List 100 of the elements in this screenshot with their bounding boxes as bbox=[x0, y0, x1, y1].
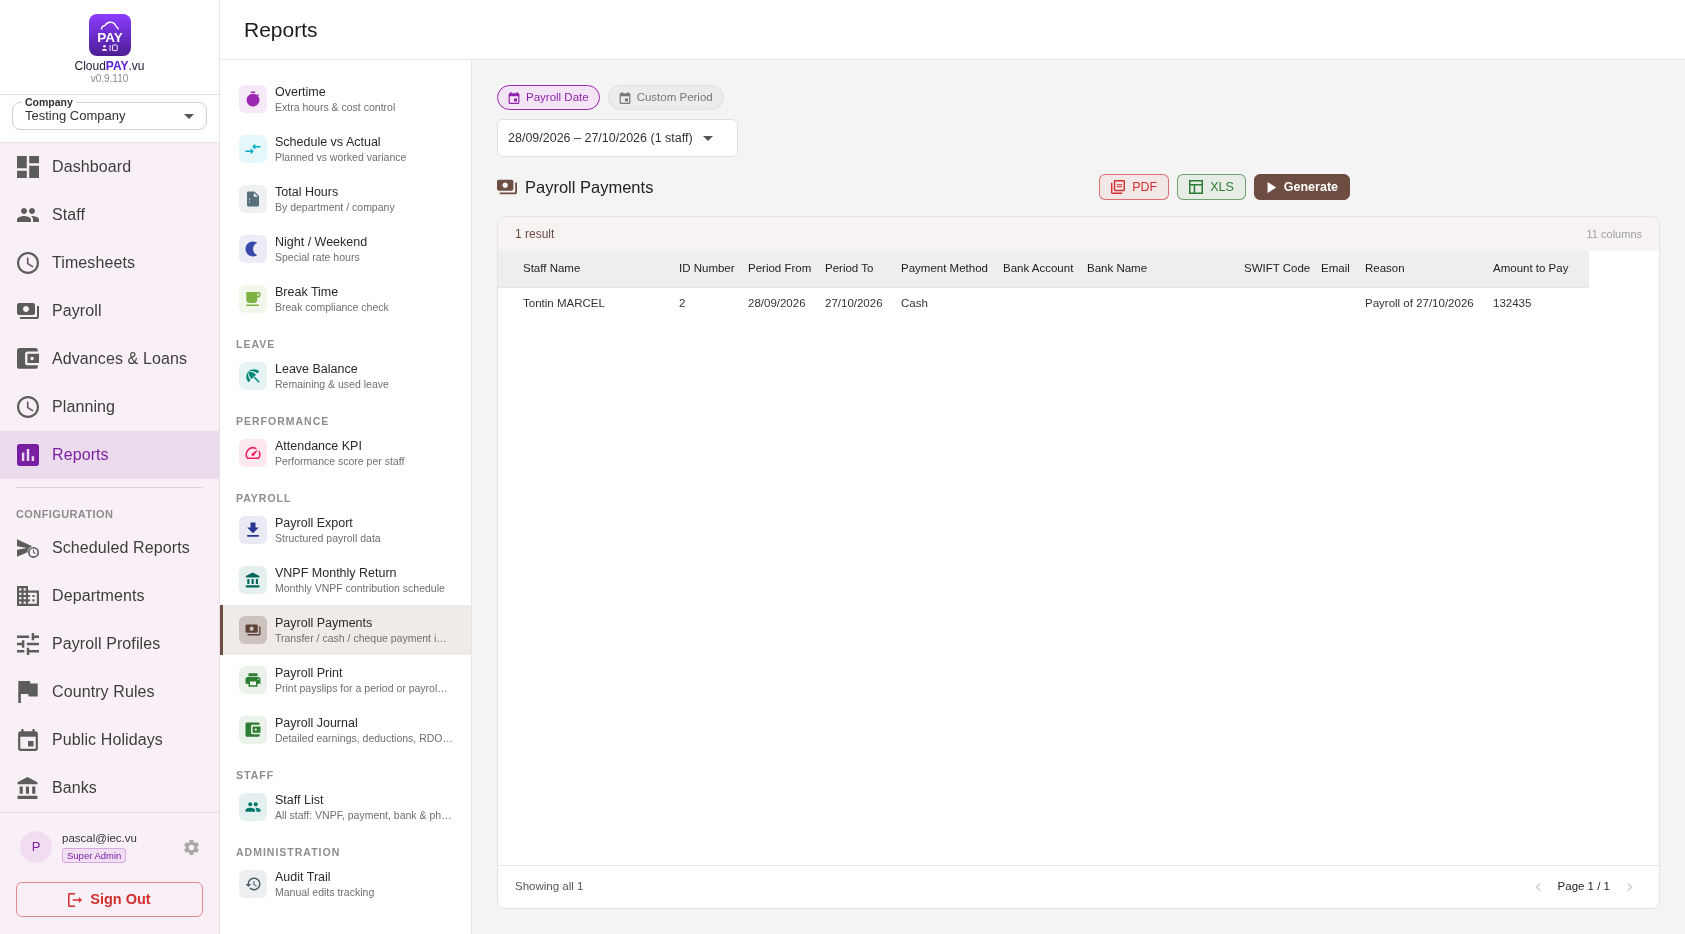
report-item[interactable]: Payroll Payments Transfer / cash / cheque payment i… bbox=[220, 605, 471, 655]
clock-icon bbox=[17, 252, 39, 274]
section-label: STAFF bbox=[236, 769, 275, 781]
brand-name: CloudPAY.vu bbox=[74, 59, 145, 73]
nav-item[interactable]: Dashboard bbox=[0, 143, 219, 191]
generate-button[interactable]: Generate bbox=[1253, 174, 1350, 200]
sign-out-button[interactable]: Sign Out bbox=[16, 882, 203, 917]
people-icon bbox=[239, 793, 267, 821]
report-item[interactable]: Audit Trail Manual edits tracking bbox=[220, 859, 471, 909]
table-cell: Cash bbox=[893, 287, 995, 320]
download-icon bbox=[239, 516, 267, 544]
report-item[interactable]: Leave Balance Remaining & used leave bbox=[220, 351, 471, 401]
wallet-icon bbox=[239, 716, 267, 744]
history-icon bbox=[239, 870, 267, 898]
nav-item[interactable]: Country Rules bbox=[0, 668, 219, 716]
column-header: Period From bbox=[740, 251, 817, 287]
app-logo: PAY bbox=[88, 14, 131, 56]
nav-item[interactable]: Departments bbox=[0, 572, 219, 620]
column-header: Staff Name bbox=[498, 251, 671, 287]
cup-icon bbox=[239, 285, 267, 313]
caret-icon bbox=[702, 135, 713, 141]
report-item[interactable]: Staff List All staff: VNPF, payment, bank & ph… bbox=[220, 782, 471, 832]
send-clock-icon bbox=[17, 537, 39, 559]
row-count-label: Showing all 1 bbox=[515, 879, 584, 895]
nav-item[interactable]: Planning bbox=[0, 383, 219, 431]
bank-icon bbox=[239, 566, 267, 594]
section-label: PERFORMANCE bbox=[236, 415, 330, 427]
page-title: Reports bbox=[244, 16, 318, 43]
table-icon bbox=[1189, 180, 1204, 194]
nav-item[interactable]: Payroll bbox=[0, 287, 219, 335]
stopwatch-icon bbox=[239, 85, 267, 113]
calendar-icon bbox=[618, 91, 631, 104]
filter-chip[interactable]: Payroll Date bbox=[497, 85, 600, 110]
report-item[interactable]: Schedule vs Actual Planned vs worked variance bbox=[220, 124, 471, 174]
arrows-icon bbox=[239, 135, 267, 163]
table-cell: 132435 bbox=[1485, 287, 1589, 320]
column-header: SWIFT Code bbox=[1236, 251, 1313, 287]
column-header: Email bbox=[1313, 251, 1357, 287]
umbrella-icon bbox=[239, 362, 267, 390]
filter-chip[interactable]: Custom Period bbox=[607, 85, 724, 110]
section-label: PAYROLL bbox=[236, 492, 292, 504]
role-badge: Super Admin bbox=[62, 848, 127, 863]
bank-icon bbox=[17, 777, 39, 799]
column-header: Reason bbox=[1357, 251, 1485, 287]
report-title: Payroll Payments bbox=[525, 176, 654, 198]
clock-icon bbox=[17, 396, 39, 418]
xls-button[interactable]: XLS bbox=[1177, 174, 1246, 200]
report-item[interactable]: Overtime Extra hours & cost control bbox=[220, 74, 471, 124]
nav-item[interactable]: Reports bbox=[0, 431, 219, 479]
report-item[interactable]: Break Time Break compliance check bbox=[220, 274, 471, 324]
play-icon bbox=[1265, 181, 1277, 193]
report-item[interactable]: Attendance KPI Performance score per staff bbox=[220, 428, 471, 478]
table-cell: 2 bbox=[671, 287, 740, 320]
logout-icon bbox=[68, 892, 83, 907]
gauge-icon bbox=[239, 439, 267, 467]
company-select[interactable]: Company Testing Company bbox=[12, 96, 207, 130]
section-label: CONFIGURATION bbox=[16, 508, 114, 520]
nav-item[interactable]: Advances & Loans bbox=[0, 335, 219, 383]
calendar-icon bbox=[17, 729, 39, 751]
column-header: Period To bbox=[817, 251, 893, 287]
column-header: Bank Account bbox=[995, 251, 1079, 287]
moon-icon bbox=[239, 235, 267, 263]
nav-item[interactable]: Payroll Profiles bbox=[0, 620, 219, 668]
settings-icon[interactable] bbox=[184, 839, 199, 855]
nav-item[interactable]: Staff bbox=[0, 191, 219, 239]
user-email: pascal@iec.vu bbox=[62, 831, 137, 845]
report-item[interactable]: Payroll Export Structured payroll data bbox=[220, 505, 471, 555]
user-avatar: P bbox=[20, 831, 52, 863]
column-header: ID Number bbox=[671, 251, 740, 287]
report-item[interactable]: VNPF Monthly Return Monthly VNPF contribution schedule bbox=[220, 555, 471, 605]
table-cell: Payroll of 27/10/2026 bbox=[1357, 287, 1485, 320]
cash-icon bbox=[239, 616, 267, 644]
column-header: Payment Method bbox=[893, 251, 995, 287]
section-label: ADMINISTRATION bbox=[236, 846, 341, 858]
column-header: Amount to Pay bbox=[1485, 251, 1589, 287]
period-select[interactable]: 28/09/2026 – 27/10/2026 (1 staff) bbox=[497, 119, 738, 157]
nav-item[interactable]: Timesheets bbox=[0, 239, 219, 287]
report-item[interactable]: Night / Weekend Special rate hours bbox=[220, 224, 471, 274]
wallet-icon bbox=[17, 348, 39, 370]
pdf-button[interactable]: PDF bbox=[1099, 174, 1170, 200]
column-header: Bank Name bbox=[1079, 251, 1236, 287]
nav-item[interactable]: Banks bbox=[0, 764, 219, 812]
caret-icon bbox=[184, 113, 194, 119]
report-item[interactable]: Total Hours By department / company bbox=[220, 174, 471, 224]
bar-chart-icon bbox=[17, 444, 39, 466]
page-indicator: Page 1 / 1 bbox=[1557, 879, 1610, 895]
table-cell: 27/10/2026 bbox=[817, 287, 893, 320]
document-icon bbox=[239, 185, 267, 213]
nav-item[interactable]: Public Holidays bbox=[0, 716, 219, 764]
sliders-icon bbox=[17, 633, 39, 655]
column-count: 11 columns bbox=[1586, 226, 1642, 242]
report-item[interactable]: Payroll Print Print payslips for a period or payrol… bbox=[220, 655, 471, 705]
calendar-icon bbox=[508, 91, 520, 104]
version-label: v0.9.110 bbox=[90, 73, 129, 85]
flag-icon bbox=[17, 681, 39, 703]
cash-icon bbox=[497, 177, 517, 197]
nav-item[interactable]: Scheduled Reports bbox=[0, 524, 219, 572]
report-item[interactable]: Payroll Journal Detailed earnings, deductions, RDO… bbox=[220, 705, 471, 755]
result-count: 1 result bbox=[515, 226, 555, 243]
table-cell: Tontin MARCEL bbox=[498, 287, 671, 320]
